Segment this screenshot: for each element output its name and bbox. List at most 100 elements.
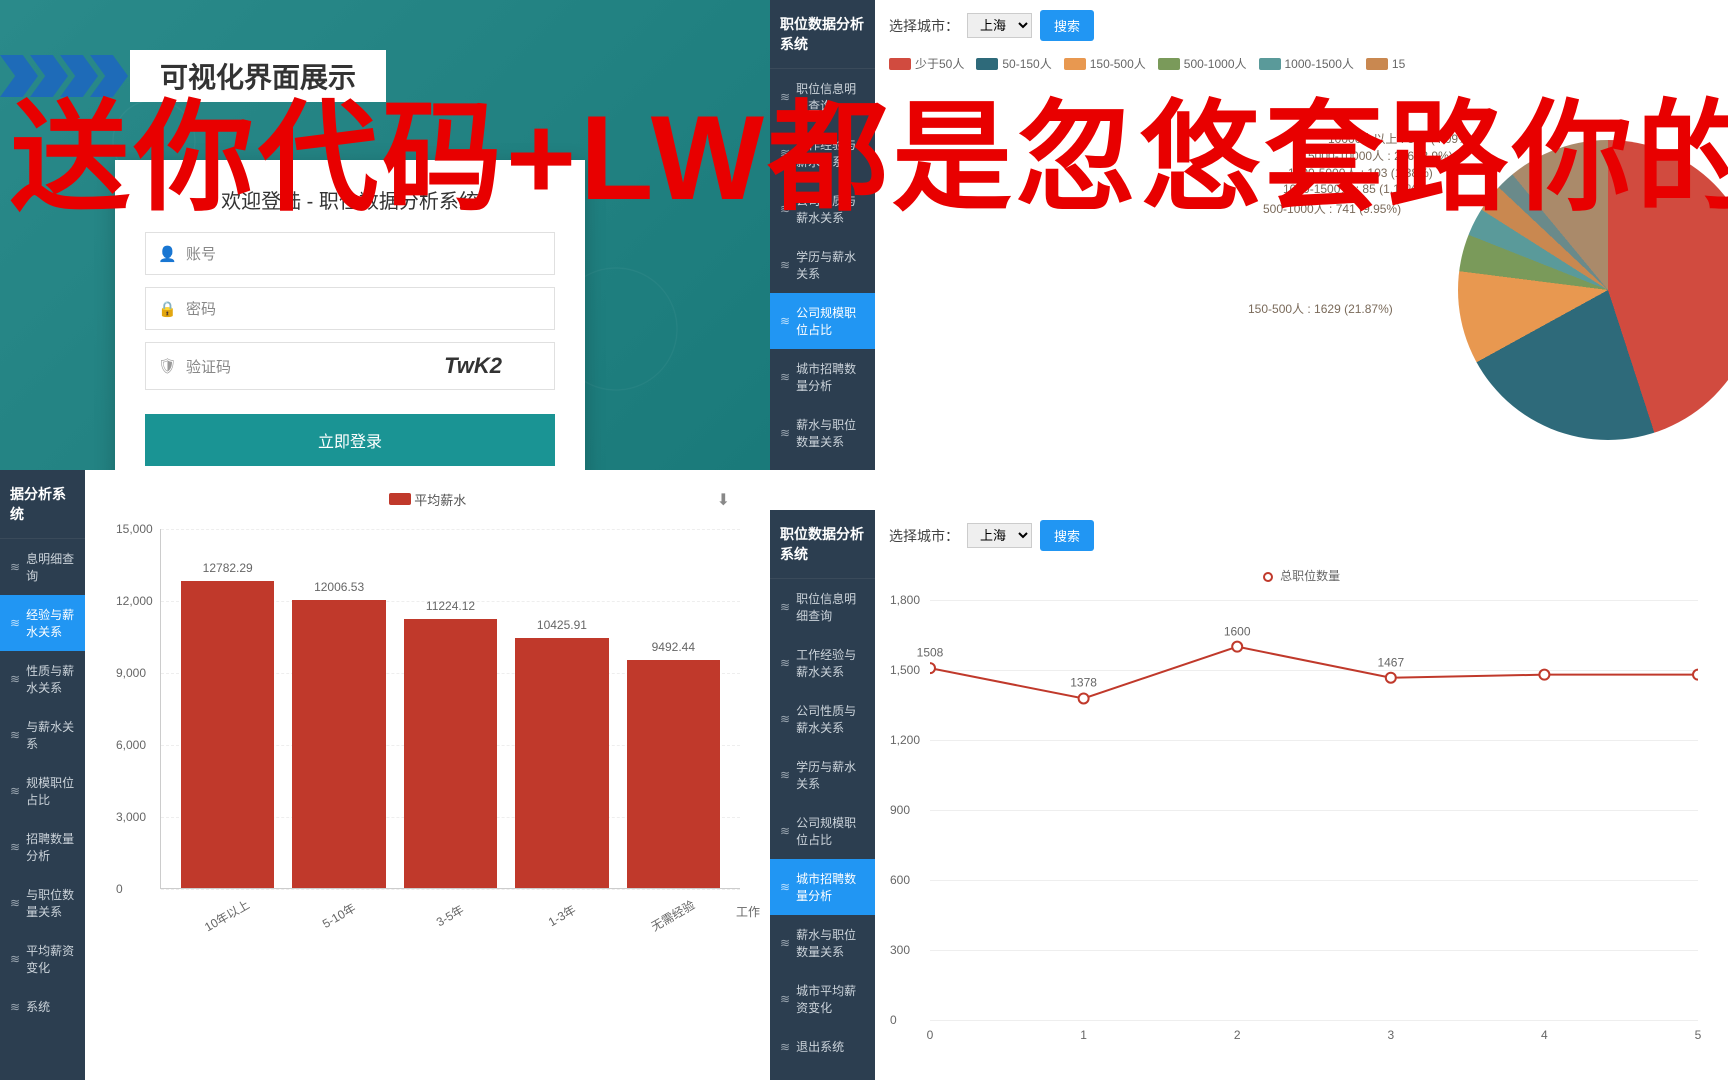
sidebar-item[interactable]: ≋公司规模职位占比 xyxy=(770,803,875,859)
sidebar-title: 职位数据分析系统 xyxy=(770,0,875,69)
layers-icon: ≋ xyxy=(780,880,790,894)
login-button[interactable]: 立即登录 xyxy=(145,414,555,466)
sidebar-item[interactable]: ≋城市平均薪资变化 xyxy=(770,461,875,470)
bar-x-labels: 10年以上5-10年3-5年1-3年无需经验 xyxy=(160,889,740,924)
captcha-field[interactable]: 🛡 验证码 TwK2 xyxy=(145,342,555,390)
legend-item: 150-500人 xyxy=(1064,55,1146,72)
bar: 9492.44 xyxy=(627,660,720,888)
layers-icon: ≋ xyxy=(780,370,790,384)
sidebar-item-label: 招聘数量分析 xyxy=(26,830,75,864)
user-icon: 👤 xyxy=(158,245,178,263)
sidebar-item[interactable]: ≋规模职位占比 xyxy=(0,763,85,819)
swatch-icon xyxy=(1158,58,1180,70)
sidebar-item[interactable]: ≋平均薪资变化 xyxy=(0,931,85,987)
sidebar-item[interactable]: ≋学历与薪水关系 xyxy=(770,237,875,293)
captcha-image: TwK2 xyxy=(444,353,502,379)
sidebar-item-label: 工作经验与薪水关系 xyxy=(796,646,865,680)
sidebar-item[interactable]: ≋职位信息明细查询 xyxy=(770,69,875,125)
sidebar-item[interactable]: ≋ 城市招聘数量分析 xyxy=(770,349,875,405)
sidebar-item[interactable]: ≋ 薪水与职位数量关系 xyxy=(770,405,875,461)
layers-icon: ≋ xyxy=(780,202,790,216)
swatch-icon xyxy=(389,493,411,505)
login-title: 欢迎登陆 - 职位数据分析系统 xyxy=(145,185,555,214)
sidebar-item-label: 公司规模职位占比 xyxy=(796,814,865,848)
line-content: 选择城市： 上海 搜索 总职位数量 03006009001,2001,5001,… xyxy=(875,510,1728,1080)
swatch-icon xyxy=(1259,58,1281,70)
sidebar-item[interactable]: ≋ 公司规模职位占比 xyxy=(770,293,875,349)
login-panel: 可视化界面展示 欢迎登陆 - 职位数据分析系统 👤 账号 🔒 密码 🛡 验证码 … xyxy=(0,0,770,470)
layers-icon: ≋ xyxy=(10,896,20,910)
password-label: 密码 xyxy=(186,298,542,319)
pie-label: 1000-1500人 : 85 (1.14%) xyxy=(1283,180,1421,197)
chevron-icon xyxy=(0,55,38,97)
sidebar-item-label: 与薪水关系 xyxy=(26,718,75,752)
banner-title: 可视化界面展示 xyxy=(130,50,386,102)
bar: 12006.53 xyxy=(292,600,385,888)
sidebar-item[interactable]: ≋ 城市招聘数量分析 xyxy=(770,859,875,915)
banner: 可视化界面展示 xyxy=(0,55,386,97)
bar: 11224.12 xyxy=(404,619,497,888)
sidebar-item[interactable]: ≋系统 xyxy=(0,987,85,1026)
layers-icon: ≋ xyxy=(780,656,790,670)
sidebar-item-label: 公司规模职位占比 xyxy=(796,304,865,338)
sidebar-item[interactable]: ≋工作经验与薪水关系 xyxy=(770,125,875,181)
sidebar-item[interactable]: ≋学历与薪水关系 xyxy=(770,747,875,803)
city-select[interactable]: 上海 xyxy=(967,523,1032,548)
layers-icon: ≋ xyxy=(780,600,790,614)
sidebar-item[interactable]: ≋ 薪水与职位数量关系 xyxy=(770,915,875,971)
sidebar-item-label: 城市招聘数量分析 xyxy=(796,360,865,394)
account-field[interactable]: 👤 账号 xyxy=(145,232,555,275)
pie-legend: 少于50人50-150人150-500人500-1000人1000-1500人1… xyxy=(875,51,1728,76)
download-icon[interactable]: ⬇ xyxy=(717,490,730,510)
sidebar-item[interactable]: ≋公司性质与薪水关系 xyxy=(770,691,875,747)
sidebar-item[interactable]: ≋与薪水关系 xyxy=(0,707,85,763)
sidebar-item[interactable]: ≋经验与薪水关系 xyxy=(0,595,85,651)
layers-icon: ≋ xyxy=(780,426,790,440)
layers-icon: ≋ xyxy=(780,90,790,104)
layers-icon: ≋ xyxy=(10,784,20,798)
swatch-icon xyxy=(1064,58,1086,70)
swatch-icon xyxy=(1366,58,1388,70)
layers-icon: ≋ xyxy=(10,840,20,854)
search-button[interactable]: 搜索 xyxy=(1040,520,1094,551)
sidebar-item[interactable]: ≋职位信息明细查询 xyxy=(770,579,875,635)
captcha-label: 验证码 xyxy=(186,356,444,377)
pie-label: 5000-10000人 : 216 (2.9%) xyxy=(1308,147,1453,164)
city-select[interactable]: 上海 xyxy=(967,13,1032,38)
layers-icon: ≋ xyxy=(780,992,790,1006)
sidebar-title: 据分析系统 xyxy=(0,470,85,539)
sidebar-item-label: 与职位数量关系 xyxy=(26,886,75,920)
bar-legend: 平均薪水 xyxy=(115,490,740,509)
sidebar-item-label: 薪水与职位数量关系 xyxy=(796,416,865,450)
sidebar-item-label: 息明细查询 xyxy=(26,550,75,584)
sidebar-q2: 职位数据分析系统 ≋职位信息明细查询≋工作经验与薪水关系≋公司性质与薪水关系≋学… xyxy=(770,0,875,470)
password-field[interactable]: 🔒 密码 xyxy=(145,287,555,330)
shield-icon: 🛡 xyxy=(158,357,178,375)
sidebar-item-label: 城市招聘数量分析 xyxy=(796,870,865,904)
sidebar-item-label: 工作经验与薪水关系 xyxy=(796,136,865,170)
sidebar-item-label: 经验与薪水关系 xyxy=(26,606,75,640)
layers-icon: ≋ xyxy=(780,314,790,328)
sidebar-item[interactable]: ≋公司性质与薪水关系 xyxy=(770,181,875,237)
sidebar-item[interactable]: ≋ 工作经验与薪水关系 xyxy=(770,635,875,691)
sidebar-item-label: 学历与薪水关系 xyxy=(796,248,865,282)
pie-chart: 10000人以上 : 305 (4.09%) 5000-10000人 : 216… xyxy=(1458,140,1728,440)
search-button[interactable]: 搜索 xyxy=(1040,10,1094,41)
layers-icon: ≋ xyxy=(780,1040,790,1054)
legend-item: 1000-1500人 xyxy=(1259,55,1354,72)
lock-icon: 🔒 xyxy=(158,300,178,318)
pie-dashboard: 职位数据分析系统 ≋职位信息明细查询≋工作经验与薪水关系≋公司性质与薪水关系≋学… xyxy=(770,0,1728,470)
ring-icon xyxy=(1263,572,1273,582)
toolbar: 选择城市： 上海 搜索 xyxy=(875,0,1728,51)
sidebar-item-label: 薪水与职位数量关系 xyxy=(796,926,865,960)
layers-icon: ≋ xyxy=(780,768,790,782)
sidebar-item[interactable]: ≋性质与薪水关系 xyxy=(0,651,85,707)
sidebar-item[interactable]: ≋息明细查询 xyxy=(0,539,85,595)
sidebar-item[interactable]: ≋ 与职位数量关系 xyxy=(0,875,85,931)
layers-icon: ≋ xyxy=(780,936,790,950)
bar-dashboard: 据分析系统 ≋息明细查询≋经验与薪水关系≋性质与薪水关系≋与薪水关系≋规模职位占… xyxy=(0,470,770,1080)
sidebar-item[interactable]: ≋退出系统 xyxy=(770,1027,875,1066)
bar-chart: 03,0006,0009,00012,00015,00012782.291200… xyxy=(160,529,740,889)
sidebar-item[interactable]: ≋ 招聘数量分析 xyxy=(0,819,85,875)
sidebar-item[interactable]: ≋城市平均薪资变化 xyxy=(770,971,875,1027)
